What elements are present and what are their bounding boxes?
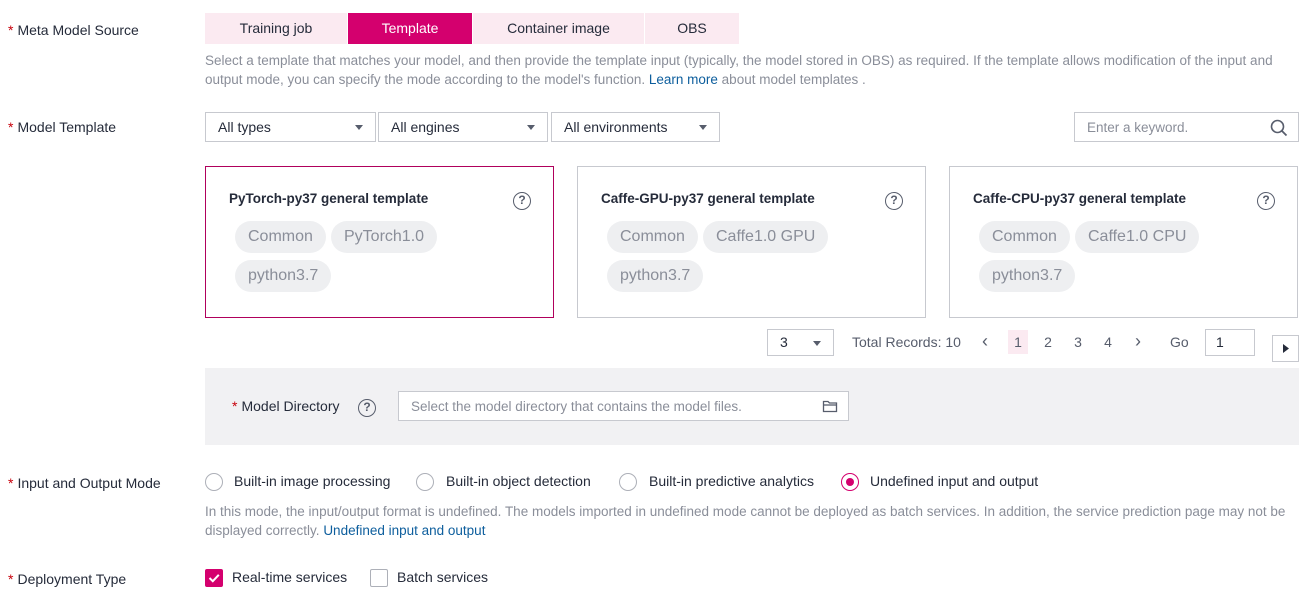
tag: Common (607, 221, 698, 253)
chevron-down-icon (355, 125, 363, 130)
page-3[interactable]: 3 (1068, 330, 1088, 354)
card-title: Caffe-CPU-py37 general template (973, 191, 1187, 206)
tab-obs[interactable]: OBS (645, 13, 739, 44)
template-card-pytorch[interactable]: PyTorch-py37 general template ? Common P… (205, 166, 554, 318)
model-directory-input[interactable]: Select the model directory that contains… (398, 391, 849, 421)
checkbox-batch[interactable] (370, 569, 388, 587)
radio-object-detection[interactable] (416, 473, 434, 491)
checkbox-real-time[interactable] (205, 569, 223, 587)
page-2[interactable]: 2 (1038, 330, 1058, 354)
radio-label: Built-in image processing (234, 473, 391, 489)
model-template-label: * Model Template (8, 119, 117, 135)
types-select[interactable]: All types (205, 112, 376, 142)
radio-label: Undefined input and output (870, 473, 1039, 489)
page-1[interactable]: 1 (1008, 330, 1028, 354)
meta-model-source-label: * Meta Model Source (8, 22, 139, 38)
tag: Caffe1.0 GPU (703, 221, 829, 253)
tag: python3.7 (607, 260, 704, 292)
model-directory-label: * Model Directory (232, 398, 340, 414)
radio-undefined-io[interactable] (841, 473, 859, 491)
next-page-button[interactable]: › (1135, 331, 1141, 352)
go-label: Go (1170, 334, 1189, 350)
page-size-select[interactable]: 3 (767, 329, 834, 356)
chevron-down-icon (699, 125, 707, 130)
page-4[interactable]: 4 (1098, 330, 1118, 354)
card-title: PyTorch-py37 general template (229, 191, 429, 206)
tag: PyTorch1.0 (331, 221, 438, 253)
learn-more-link[interactable]: Learn more (649, 72, 718, 87)
search-icon[interactable] (1270, 119, 1288, 137)
template-hint: Select a template that matches your mode… (205, 53, 1273, 87)
folder-icon[interactable] (822, 398, 838, 414)
search-input[interactable]: Enter a keyword. (1074, 112, 1299, 142)
tab-template[interactable]: Template (348, 13, 472, 44)
environments-select[interactable]: All environments (551, 112, 720, 142)
undefined-io-link[interactable]: Undefined input and output (323, 523, 485, 538)
chevron-down-icon (813, 341, 821, 346)
help-icon[interactable]: ? (1257, 192, 1275, 210)
tag: python3.7 (979, 260, 1076, 292)
template-card-caffe-cpu[interactable]: Caffe-CPU-py37 general template ? Common… (949, 166, 1298, 318)
tag: python3.7 (235, 260, 332, 292)
help-icon[interactable]: ? (885, 192, 903, 210)
tag: Common (979, 221, 1070, 253)
help-icon[interactable]: ? (358, 399, 376, 417)
engines-select[interactable]: All engines (378, 112, 548, 142)
card-title: Caffe-GPU-py37 general template (601, 191, 815, 206)
go-page-input[interactable]: 1 (1205, 329, 1255, 356)
go-button[interactable] (1272, 335, 1299, 362)
source-tabs: Training job Template Container image OB… (205, 13, 740, 44)
radio-label: Built-in predictive analytics (649, 473, 814, 489)
tag: Caffe1.0 CPU (1075, 221, 1200, 253)
play-icon (1283, 344, 1289, 353)
radio-image-processing[interactable] (205, 473, 223, 491)
io-mode-hint: In this mode, the input/output format is… (205, 504, 1286, 538)
help-icon[interactable]: ? (513, 192, 531, 210)
tab-container-image[interactable]: Container image (473, 13, 644, 44)
tag: Common (235, 221, 326, 253)
tab-training-job[interactable]: Training job (205, 13, 347, 44)
radio-predictive-analytics[interactable] (619, 473, 637, 491)
deployment-type-label: * Deployment Type (8, 571, 127, 587)
prev-page-button[interactable]: ‹ (982, 331, 988, 352)
checkbox-label: Batch services (397, 569, 489, 585)
chevron-down-icon (527, 125, 535, 130)
io-mode-label: * Input and Output Mode (8, 475, 161, 491)
checkbox-label: Real-time services (232, 569, 348, 585)
check-icon (208, 574, 220, 583)
total-records: Total Records: 10 (852, 334, 961, 350)
radio-label: Built-in object detection (446, 473, 591, 489)
template-card-caffe-gpu[interactable]: Caffe-GPU-py37 general template ? Common… (577, 166, 926, 318)
